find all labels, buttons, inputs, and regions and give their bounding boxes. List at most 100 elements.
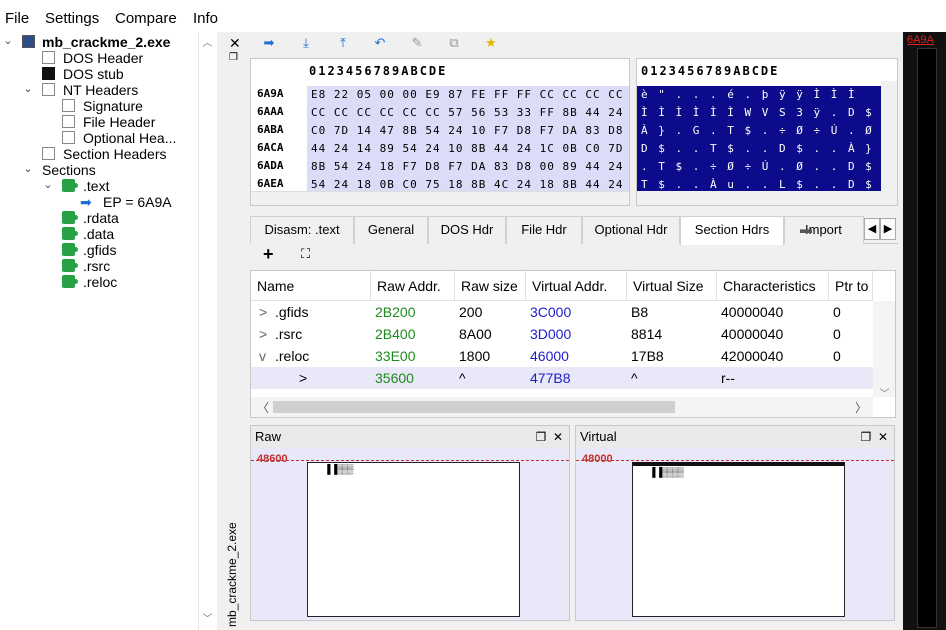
column-header-ptr[interactable]: Ptr to bbox=[829, 271, 873, 301]
scroll-left-icon[interactable]: 〈 bbox=[257, 399, 269, 416]
tree-item-rsrc[interactable]: .rsrc bbox=[83, 258, 110, 274]
tree-item-data[interactable]: .data bbox=[83, 226, 114, 242]
hex-bytes[interactable]: 44 24 14 89 54 24 10 8B 44 24 1C 0B C0 7… bbox=[307, 140, 629, 158]
tab-disasm[interactable]: Disasm: .text bbox=[250, 216, 354, 244]
tree-item-optional-header[interactable]: Optional Hea... bbox=[83, 130, 176, 146]
scroll-right-icon[interactable]: 〉 bbox=[855, 399, 867, 416]
file-icon bbox=[62, 115, 75, 128]
scroll-down-icon[interactable]: ﹀ bbox=[199, 610, 216, 625]
text-row[interactable]: À } . G . T $ . ÷ Ø ÷ Ú . Ø bbox=[637, 122, 881, 140]
section-icon bbox=[62, 275, 78, 288]
virtual-map[interactable]: 48000 ▐ ▐▒▒▒▒ bbox=[576, 448, 894, 620]
scroll-thumb[interactable] bbox=[273, 401, 675, 413]
tab-section-hdrs[interactable]: Section Hdrs bbox=[680, 216, 784, 245]
tree-item-signature[interactable]: Signature bbox=[83, 98, 143, 114]
menu-settings[interactable]: Settings bbox=[45, 10, 99, 27]
column-header-raw-size[interactable]: Raw size bbox=[455, 271, 526, 301]
hex-view[interactable]: 0123456789ABCDE 6A9A E8 22 05 00 00 E9 8… bbox=[250, 58, 630, 206]
menu-file[interactable]: File bbox=[5, 10, 29, 27]
text-row[interactable]: è " . . . é . þ ÿ ÿ Ì Ì Ì bbox=[637, 86, 881, 104]
tab-scroll-left-icon[interactable]: ◀ bbox=[864, 218, 880, 240]
hex-bytes[interactable]: CC CC CC CC CC CC 57 56 53 33 FF 8B 44 2… bbox=[307, 104, 629, 122]
table-hscrollbar[interactable]: 〈 〉 bbox=[251, 397, 873, 417]
column-header-name[interactable]: Name bbox=[251, 271, 371, 301]
tree-item-gfids[interactable]: .gfids bbox=[83, 242, 116, 258]
add-icon[interactable]: + bbox=[263, 244, 274, 265]
go-forward-icon[interactable]: ➡ bbox=[260, 34, 278, 52]
tree-item-text[interactable]: .text bbox=[83, 178, 109, 194]
tree-root[interactable]: mb_crackme_2.exe bbox=[42, 34, 170, 50]
export-icon[interactable]: ⤒ bbox=[334, 34, 352, 52]
table-row[interactable]: v .reloc 33E00 1800 46000 17B8 42000040 … bbox=[251, 345, 873, 367]
tab-scroll-right-icon[interactable]: ▶ bbox=[880, 218, 896, 240]
collapse-icon[interactable]: ⌄ bbox=[22, 82, 34, 98]
table-row[interactable]: > .gfids 2B200 200 3C000 B8 40000040 0 bbox=[251, 301, 873, 323]
cell-raw-size: 200 bbox=[459, 304, 483, 320]
copy-icon[interactable]: ⧉ bbox=[445, 34, 463, 52]
hex-hscrollbar[interactable] bbox=[251, 191, 629, 205]
collapse-icon[interactable]: v bbox=[255, 345, 266, 367]
table-vscrollbar[interactable]: ﹀ bbox=[873, 301, 895, 400]
expand-icon[interactable]: > bbox=[255, 323, 267, 345]
table-row[interactable]: > .rsrc 2B400 8A00 3D000 8814 40000040 0 bbox=[251, 323, 873, 345]
tree-item-rdata[interactable]: .rdata bbox=[83, 210, 119, 226]
save-icon[interactable]: ⤓ bbox=[297, 34, 315, 52]
hex-bytes[interactable]: C0 7D 14 47 8B 54 24 10 F7 D8 F7 DA 83 D… bbox=[307, 122, 629, 140]
tree-item-nt-headers[interactable]: NT Headers bbox=[63, 82, 138, 98]
menu-compare[interactable]: Compare bbox=[115, 10, 177, 27]
tab-optional-hdr[interactable]: Optional Hdr bbox=[582, 216, 680, 244]
tab-dos-hdr[interactable]: DOS Hdr bbox=[428, 216, 506, 244]
column-header-virtual-size[interactable]: Virtual Size bbox=[627, 271, 717, 301]
tab-general[interactable]: General bbox=[354, 216, 428, 244]
hex-bytes[interactable]: 8B 54 24 18 F7 D8 F7 DA 83 D8 00 89 44 2… bbox=[307, 158, 629, 176]
rail-track[interactable] bbox=[917, 48, 937, 628]
close-icon[interactable]: ✕ bbox=[229, 35, 241, 52]
tree-item-ep[interactable]: EP = 6A9A bbox=[103, 194, 172, 210]
tab-bar: Disasm: .text General DOS Hdr File Hdr O… bbox=[250, 214, 898, 245]
cell-name: .gfids bbox=[275, 304, 309, 320]
text-hscrollbar[interactable] bbox=[637, 191, 897, 205]
offset-rail[interactable]: 6A9A bbox=[903, 32, 946, 630]
undo-icon[interactable]: ↶ bbox=[371, 34, 389, 52]
tab-import[interactable]: Import bbox=[784, 216, 864, 244]
text-row[interactable]: Ì Ì Ì Ì Ì Ì W V S 3 ÿ . D $ bbox=[637, 104, 881, 122]
fit-icon[interactable]: ⛶ bbox=[301, 246, 310, 262]
pin-icon[interactable]: ✎ bbox=[408, 34, 426, 52]
column-header-raw-addr[interactable]: Raw Addr. bbox=[371, 271, 455, 301]
collapse-icon[interactable]: ⌄ bbox=[42, 178, 54, 194]
close-icon[interactable]: ✕ bbox=[878, 430, 888, 444]
float-icon[interactable]: ❐ bbox=[536, 430, 547, 444]
collapse-icon[interactable]: ⌄ bbox=[22, 162, 34, 178]
tree-item-file-header[interactable]: File Header bbox=[83, 114, 155, 130]
dock-label: mb_crackme_2.exe bbox=[225, 522, 239, 627]
text-vscrollbar[interactable] bbox=[881, 81, 897, 191]
memory-layout-box[interactable]: ▐ ▐▒▒▒▒ bbox=[632, 462, 845, 617]
close-icon[interactable]: ✕ bbox=[553, 430, 563, 444]
text-row[interactable]: D $ . . T $ . . D $ . . À } bbox=[637, 140, 881, 158]
text-row[interactable]: . T $ . ÷ Ø ÷ Ú . Ø . . D $ bbox=[637, 158, 881, 176]
tree-item-section-headers[interactable]: Section Headers bbox=[63, 146, 167, 162]
tree-item-dos-stub[interactable]: DOS stub bbox=[63, 66, 124, 82]
menu-info[interactable]: Info bbox=[193, 10, 218, 27]
tree-scrollbar[interactable]: ︿ ﹀ bbox=[198, 32, 215, 630]
tree-item-reloc[interactable]: .reloc bbox=[83, 274, 117, 290]
collapse-icon[interactable]: ⌄ bbox=[2, 34, 14, 50]
tree-item-sections[interactable]: Sections bbox=[42, 162, 96, 178]
expand-icon[interactable]: > bbox=[255, 301, 267, 323]
tab-file-hdr[interactable]: File Hdr bbox=[506, 216, 582, 244]
hex-address: 6ACA bbox=[257, 141, 284, 154]
float-icon[interactable]: ❐ bbox=[229, 52, 238, 63]
table-subrow[interactable]: > 35600 ^ 477B8 ^ r-- bbox=[251, 367, 873, 389]
text-view[interactable]: 0123456789ABCDE è " . . . é . þ ÿ ÿ Ì Ì … bbox=[636, 58, 898, 206]
hex-bytes[interactable]: E8 22 05 00 00 E9 87 FE FF FF CC CC CC C… bbox=[307, 86, 629, 104]
raw-map[interactable]: 48600 ▐ ▐▒▒▒ bbox=[251, 448, 569, 620]
file-layout-box[interactable]: ▐ ▐▒▒▒ bbox=[307, 462, 520, 617]
tree-item-dos-header[interactable]: DOS Header bbox=[63, 50, 143, 66]
scroll-up-icon[interactable]: ︿ bbox=[199, 34, 216, 49]
column-header-virtual-addr[interactable]: Virtual Addr. bbox=[526, 271, 627, 301]
scroll-down-icon[interactable]: ﹀ bbox=[876, 385, 893, 400]
column-header-characteristics[interactable]: Characteristics bbox=[717, 271, 829, 301]
cell-name: .rsrc bbox=[275, 326, 303, 342]
star-icon[interactable]: ★ bbox=[482, 34, 500, 52]
float-icon[interactable]: ❐ bbox=[861, 430, 872, 444]
